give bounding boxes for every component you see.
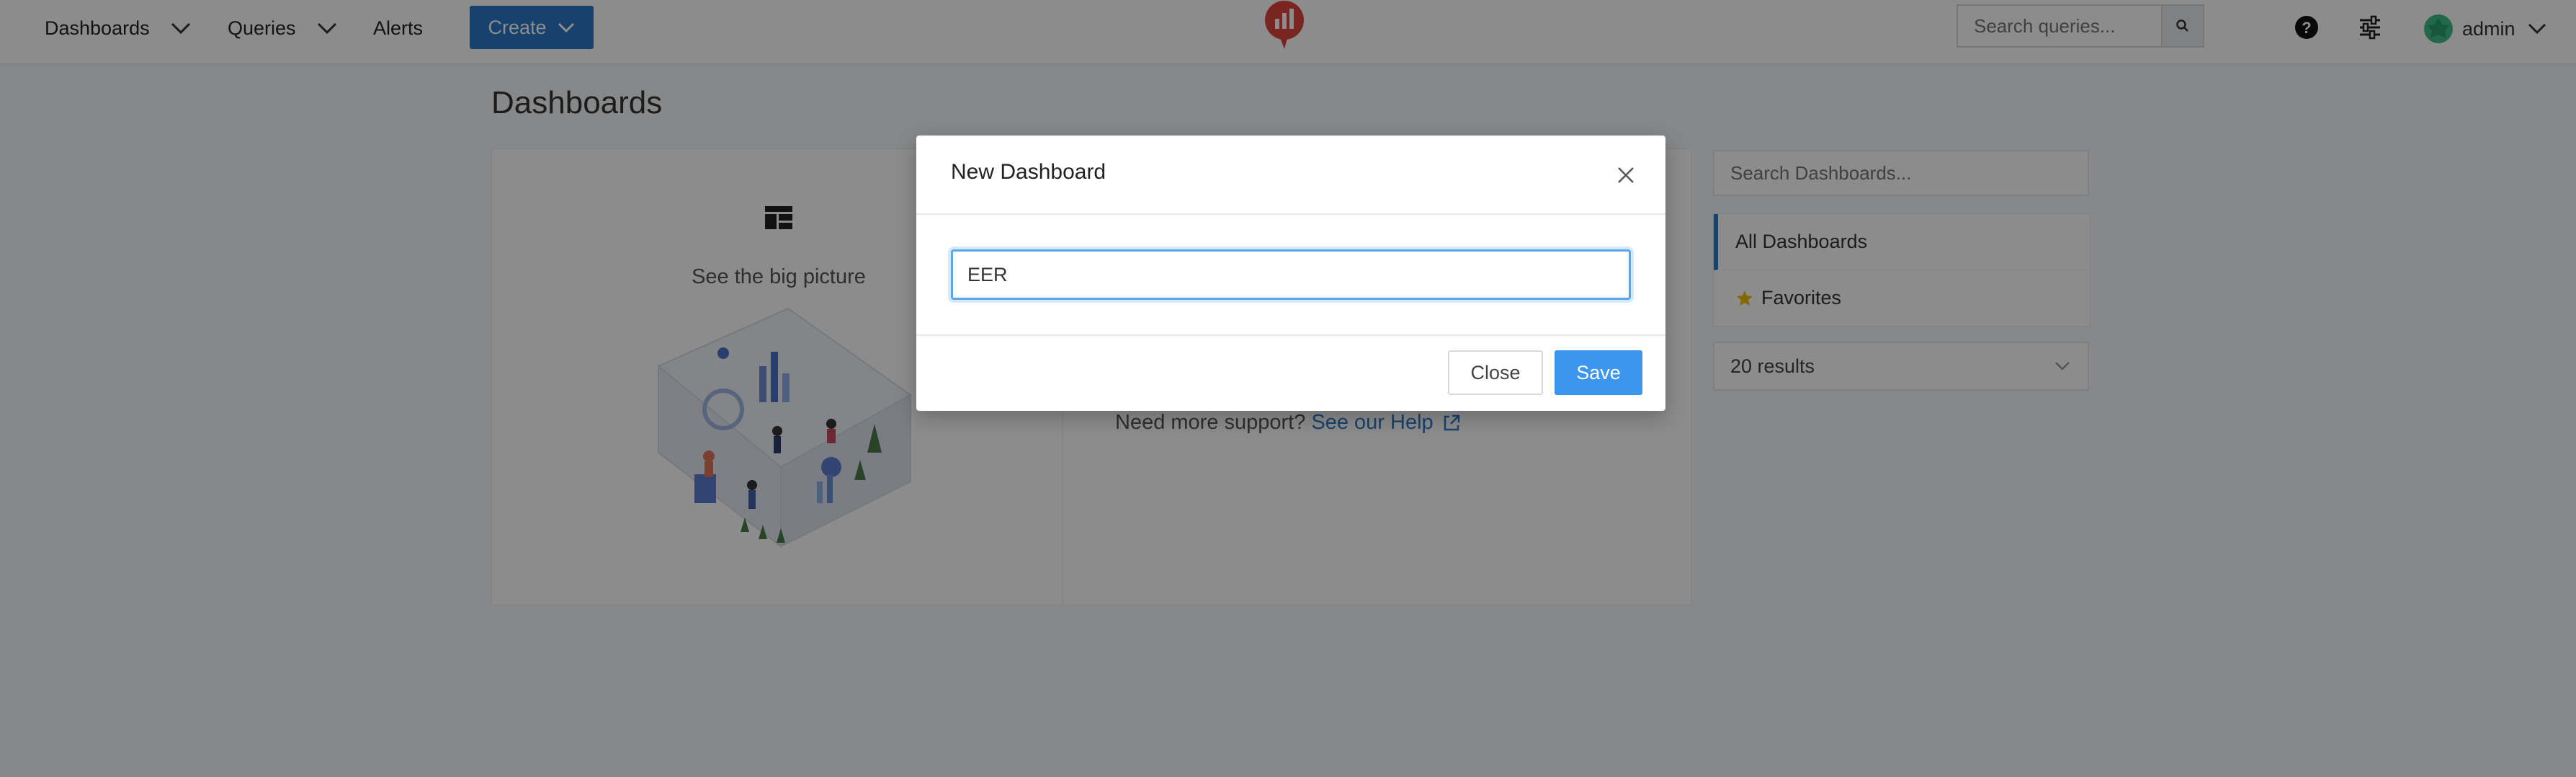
close-icon[interactable] <box>1614 163 1638 187</box>
save-button[interactable]: Save <box>1555 350 1642 395</box>
modal-footer-divider <box>916 334 1665 336</box>
dashboard-name-input[interactable] <box>951 249 1631 300</box>
modal-header: New Dashboard <box>916 136 1665 215</box>
new-dashboard-dialog: New Dashboard Close Save <box>916 136 1665 411</box>
modal-title: New Dashboard <box>951 160 1106 184</box>
close-button[interactable]: Close <box>1448 350 1543 395</box>
